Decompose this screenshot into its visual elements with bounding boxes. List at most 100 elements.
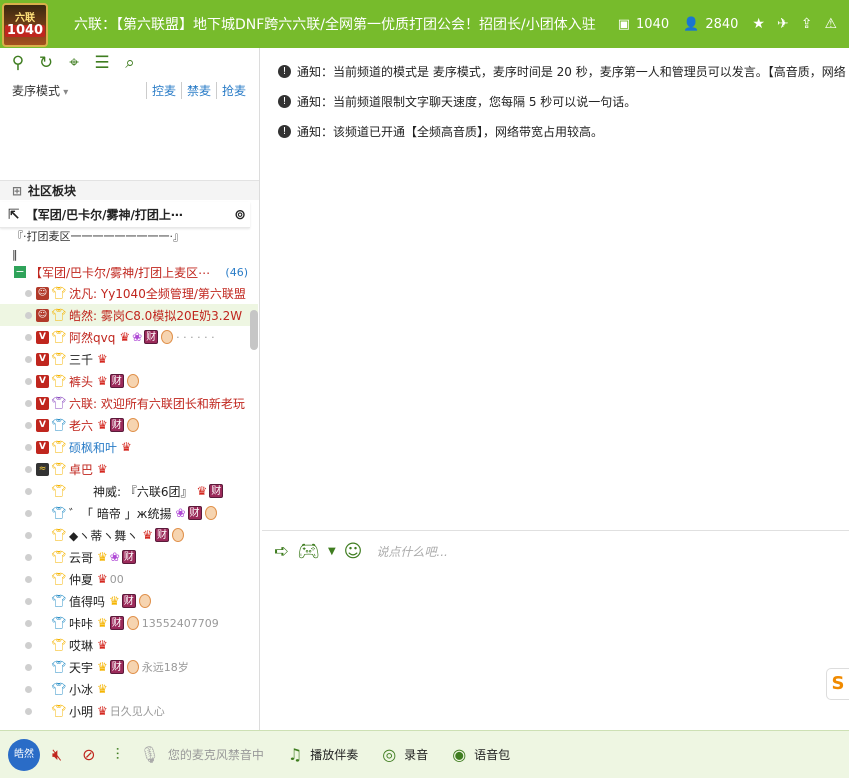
member-role-icon: 👕︎ [51, 682, 67, 696]
crown-icon: ♛ [97, 374, 108, 388]
member-row[interactable]: 👕︎ ゛「 暗帝 」ж统揚 ❀ 财 [0, 502, 258, 524]
ban-mic-link[interactable]: 禁麦 [180, 81, 216, 99]
status-dot [25, 443, 32, 451]
info-icon: ! [278, 94, 291, 108]
alert-icon[interactable]: ⚠ [824, 16, 837, 32]
headset-muted-icon[interactable]: ⊘ [82, 745, 95, 764]
voice-pack-button[interactable]: ◉ 语音包 [452, 745, 510, 764]
member-row[interactable]: ☺ 👕︎ 皓然: 雾岗C8.0模拟20E奶3.2W [0, 304, 258, 326]
record-icon: ◎ [382, 745, 397, 764]
location-pin-icon[interactable]: ⊚ [234, 207, 246, 223]
status-dot [25, 289, 32, 297]
community-section-header[interactable]: ⊞ 社区板块 [0, 180, 259, 200]
channel-id-stat[interactable]: ▣ 1040 [618, 17, 669, 32]
status-dot [25, 553, 32, 561]
member-role-icon: 👕︎ [51, 396, 67, 410]
wealth-badge-icon: 财 [109, 374, 124, 388]
member-row[interactable]: 👕︎ 神威: 『六联6团』 ♛ 财 [0, 480, 258, 502]
member-name: 阿然qvq [69, 330, 116, 345]
member-extra-text: · · · · · · [176, 330, 215, 344]
member-row[interactable]: V 👕︎ 老六 ♛ 财 [0, 414, 258, 436]
member-name: 老六 [69, 418, 94, 433]
exit-icon[interactable]: ⇱ [8, 207, 20, 223]
control-mic-link[interactable]: 控麦 [145, 81, 181, 99]
avatar[interactable]: 皓然 [8, 738, 40, 771]
wealth-badge-icon: 财 [144, 330, 159, 344]
search-icon[interactable]: ⌕ [120, 53, 140, 73]
member-role-icon: 👕︎ [51, 330, 67, 344]
location-icon[interactable]: ⌖ [64, 53, 84, 73]
wealth-badge-icon: 财 [109, 660, 124, 674]
member-row[interactable]: 👕︎ 仲夏 ♛ 00 [0, 568, 258, 590]
medal-icon [126, 418, 139, 432]
plane-icon[interactable]: ✈ [777, 16, 789, 32]
wealth-badge-icon: 财 [109, 616, 124, 630]
chat-placeholder: 说点什么吧... [376, 545, 448, 559]
gamepad-icon[interactable]: 🎮︎ [297, 541, 320, 562]
member-role-icon: 👕︎ [51, 308, 67, 322]
open-channel-count: (46) [225, 265, 248, 279]
member-row[interactable]: 👕︎ 云哥 ♛ ❀ 财 [0, 546, 258, 568]
record-label: 录音 [404, 748, 429, 762]
member-row[interactable]: 👕︎ 值得吗 ♛ 财 [0, 590, 258, 612]
member-row[interactable]: 👕︎ ◆ヽ蒂ヽ舞ヽ ♛ 财 [0, 524, 258, 546]
wealth-badge-icon: 财 [209, 484, 224, 498]
member-row[interactable]: 👕︎ 咔咔 ♛ 财 13552407709 [0, 612, 258, 634]
record-button[interactable]: ◎ 录音 [382, 745, 428, 764]
status-dot [25, 465, 32, 473]
member-row[interactable]: V 👕︎ 阿然qvq ♛ ❀ 财 · · · · · · [0, 326, 258, 348]
member-row[interactable]: V 👕︎ 三千 ♛ [0, 348, 258, 370]
wealth-badge-icon: 财 [121, 594, 136, 608]
chat-input-area[interactable] [262, 572, 849, 730]
star-icon[interactable]: ★ [752, 16, 765, 32]
list-icon[interactable]: ☰ [92, 53, 112, 73]
member-name: 三千 [69, 352, 94, 367]
member-name: 皓然: 雾岗C8.0模拟20E奶3.2W [69, 308, 243, 323]
notice-row: ! 通知：当前频道限制文字聊天速度，您每隔 5 秒可以说一句话。 [262, 86, 849, 116]
equalizer-icon[interactable]: ⫶ [116, 745, 120, 765]
member-name: ◆ヽ蒂ヽ舞ヽ [69, 528, 139, 543]
play-music-button[interactable]: ♫ 播放伴奏 [288, 745, 358, 764]
member-name: ゛「 暗帝 」ж统揚 [69, 506, 172, 521]
id-icon: ▣ [617, 16, 631, 32]
member-list-scrollbar[interactable] [250, 310, 258, 350]
section-title: 社区板块 [28, 184, 77, 198]
emoji-icon[interactable]: ☺ [344, 541, 363, 562]
left-panel: ⚲ ↻ ⌖ ☰ ⌕ 麦序模式 控麦 禁麦 抢麦 ⊞ 社区板块 ⇱ 【军团/巴卡尔… [0, 48, 260, 730]
online-count-stat[interactable]: 👤 2840 [683, 17, 738, 32]
status-dot [25, 641, 32, 649]
member-row[interactable]: 👕︎ 小明 ♛ 日久见人心 [0, 700, 258, 722]
pinned-channel-name: 【军团/巴卡尔/雾神/打团上⋯ [25, 208, 183, 222]
pinned-channel[interactable]: ⇱ 【军团/巴卡尔/雾神/打团上⋯ ⊚ [0, 202, 250, 228]
member-row[interactable]: 👕︎ 哎琳 ♛ [0, 634, 258, 656]
user-icon[interactable]: ⚲ [8, 53, 28, 73]
collapse-icon[interactable]: − [14, 266, 26, 278]
refresh-icon[interactable]: ↻ [36, 53, 56, 73]
mode-select[interactable]: 麦序模式 [12, 82, 68, 99]
mic-status[interactable]: 🎙︎ 您的麦克风禁音中 [140, 745, 264, 764]
wealth-badge-icon: 财 [121, 550, 136, 564]
member-row[interactable]: ≈ 👕︎ 卓巴 ♛ [0, 458, 258, 480]
medal-icon [161, 330, 174, 344]
member-row[interactable]: 👕︎ 天宇 ♛ 财 永远18岁 [0, 656, 258, 678]
online-count: 2840 [705, 16, 739, 32]
empty-badge [36, 617, 49, 630]
sub-channel-row[interactable]: 『·打团麦区一一一一一一一一一·』 [12, 228, 248, 246]
medal-icon [126, 374, 139, 388]
channel-logo[interactable]: 六联 1040 [2, 3, 48, 47]
side-float-button[interactable]: S [826, 668, 849, 700]
header-bar: 六联 1040 六联：【第六联盟】地下城DNF跨六六联/全网第一优质打团公会！招… [0, 0, 849, 48]
member-row[interactable]: 👕︎ 小冰 ♛ [0, 678, 258, 700]
speaker-muted-icon[interactable]: 🔇︎ [52, 745, 62, 765]
member-row[interactable]: V 👕︎ 裤头 ♛ 财 [0, 370, 258, 392]
member-row[interactable]: V 👕︎ 硕枫和叶 ♛ [0, 436, 258, 458]
dropdown-caret-icon[interactable]: ▼ [328, 546, 336, 557]
open-channel-row[interactable]: − 【军团/巴卡尔/雾神/打团上麦区⋯ (46) [0, 262, 258, 282]
member-row[interactable]: V 👕︎ 六联: 欢迎所有六联团长和新老玩 [0, 392, 258, 414]
share-icon[interactable]: ⇪ [801, 16, 813, 32]
admin-badge-icon: ☺ [36, 308, 49, 322]
mode-row: 麦序模式 控麦 禁麦 抢麦 [0, 78, 259, 102]
member-row[interactable]: ☺ 👕︎ 沈凡: Yy1040全频管理/第六联盟 [0, 282, 258, 304]
send-arrow-icon[interactable]: ➪ [274, 541, 289, 562]
grab-mic-link[interactable]: 抢麦 [215, 81, 251, 99]
